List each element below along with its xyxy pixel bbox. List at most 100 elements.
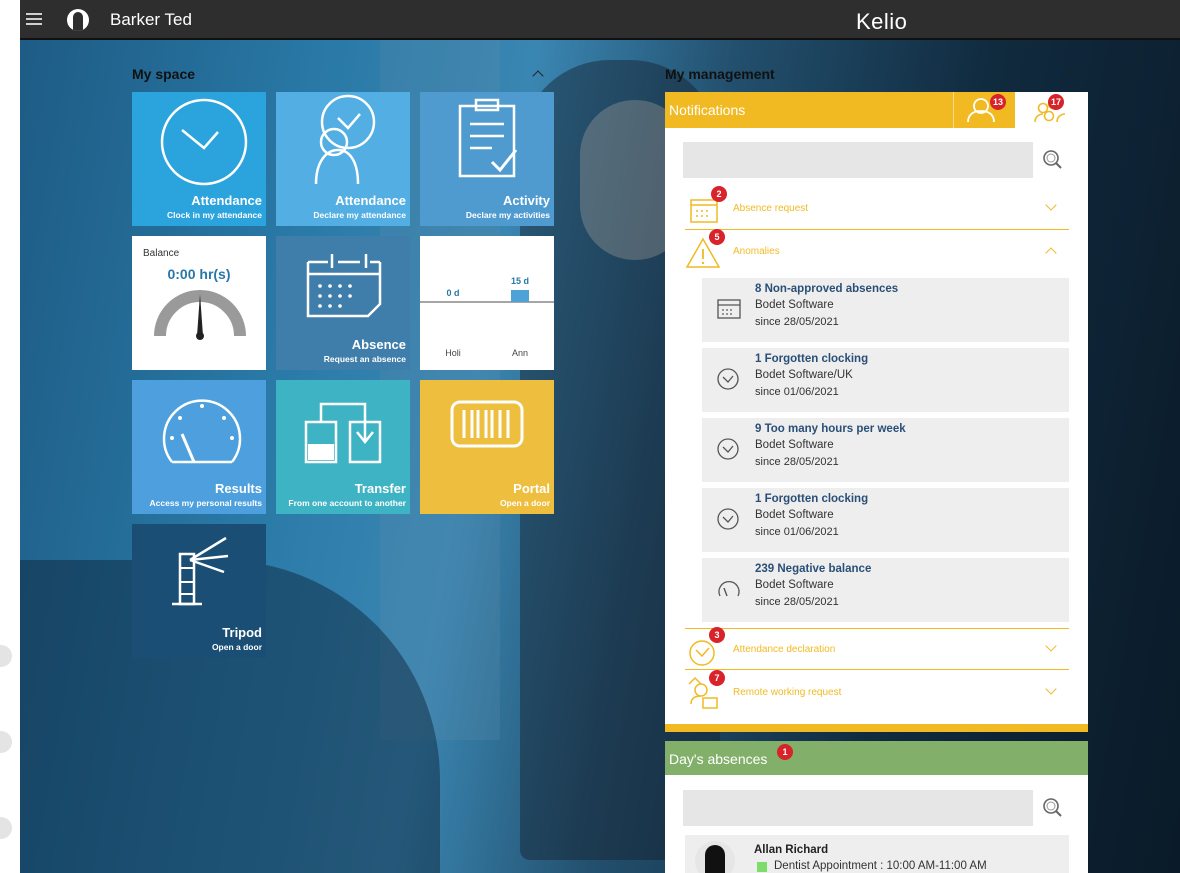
chevron-down-icon — [1045, 640, 1057, 652]
scroll-dot[interactable] — [0, 645, 12, 667]
anomaly-title: 9 Too many hours per week — [755, 423, 906, 435]
chart-bar — [511, 290, 529, 302]
tile-subtitle: From one account to another — [288, 498, 406, 508]
anomaly-since: since 28/05/2021 — [755, 316, 839, 328]
tile-absence[interactable]: Absence Request an absence — [276, 236, 410, 370]
anomaly-item[interactable]: 9 Too many hours per week Bodet Software… — [702, 418, 1069, 482]
tab-team-notifications[interactable]: 17 — [1015, 92, 1088, 128]
calendar-icon — [717, 299, 741, 319]
category-label: Attendance declaration — [733, 644, 836, 655]
notifications-panel: Notifications 13 17 2 Absence request 5 … — [665, 92, 1088, 732]
tile-title: Attendance — [335, 193, 406, 208]
chevron-up-icon — [1045, 247, 1057, 259]
category-badge: 7 — [709, 670, 725, 686]
category-remote-working-request[interactable]: 7 Remote working request — [685, 670, 1069, 714]
category-label: Anomalies — [733, 246, 780, 257]
tile-tripod[interactable]: Tripod Open a door — [132, 524, 266, 658]
days-absences-badge: 1 — [777, 744, 793, 760]
absence-list-item[interactable]: Allan Richard Dentist Appointment : 10:0… — [685, 835, 1069, 873]
tile-subtitle: Declare my activities — [465, 210, 550, 220]
category-label: Remote working request — [733, 687, 842, 698]
anomaly-organization: Bodet Software — [755, 439, 834, 451]
anomaly-title: 1 Forgotten clocking — [755, 353, 869, 365]
gauge-icon — [154, 290, 246, 340]
absences-search-input[interactable] — [683, 790, 1033, 826]
person-icon — [967, 98, 995, 123]
days-absences-title: Day's absences — [669, 751, 768, 767]
anomaly-item[interactable]: 1 Forgotten clocking Bodet Software/UK s… — [702, 348, 1069, 412]
tile-subtitle: Declare my attendance — [313, 210, 406, 220]
tile-subtitle: Open a door — [499, 498, 550, 508]
tile-attendance-clock[interactable]: Attendance Clock in my attendance — [132, 92, 266, 226]
tile-portal[interactable]: Portal Open a door — [420, 380, 554, 514]
tile-title: Absence — [351, 337, 406, 352]
days-absences-panel: Day's absences 1 Allan Richard Dentist A… — [665, 741, 1088, 873]
absence-reason: Dentist Appointment : 10:00 AM-11:00 AM — [774, 860, 987, 872]
anomaly-title: 239 Negative balance — [755, 563, 872, 575]
tile-title: Transfer — [354, 481, 406, 496]
anomaly-organization: Bodet Software/UK — [755, 369, 853, 381]
clock-icon — [717, 368, 739, 390]
category-badge: 3 — [709, 627, 725, 643]
tile-subtitle: Access my personal results — [149, 498, 262, 508]
category-anomalies[interactable]: 5 Anomalies — [685, 229, 1069, 273]
tile-results[interactable]: Results Access my personal results — [132, 380, 266, 514]
scroll-dot[interactable] — [0, 731, 12, 753]
tile-subtitle: Request an absence — [323, 354, 406, 364]
anomaly-organization: Bodet Software — [755, 299, 834, 311]
notifications-search-input[interactable] — [683, 142, 1033, 178]
category-badge: 2 — [711, 186, 727, 202]
chart-category-label: Holi — [445, 348, 461, 358]
absence-employee-name: Allan Richard — [754, 844, 829, 856]
user-name[interactable]: Barker Ted — [110, 10, 192, 30]
anomaly-since: since 01/06/2021 — [755, 526, 839, 538]
tile-holiday-chart[interactable]: 0 d Holi 15 d Ann — [420, 236, 554, 370]
anomaly-item[interactable]: 1 Forgotten clocking Bodet Software sinc… — [702, 488, 1069, 552]
days-absences-header: Day's absences 1 — [665, 741, 1088, 775]
user-avatar[interactable] — [67, 9, 89, 31]
tile-title: Portal — [513, 481, 550, 496]
category-label: Absence request — [733, 203, 809, 214]
notifications-header: Notifications 13 17 — [665, 92, 1088, 128]
tile-balance[interactable]: Balance 0:00 hr(s) — [132, 236, 266, 370]
clock-icon — [717, 508, 739, 530]
scroll-dot[interactable] — [0, 817, 12, 839]
anomaly-since: since 28/05/2021 — [755, 596, 839, 608]
chevron-down-icon — [1045, 199, 1057, 211]
gauge-icon — [718, 580, 740, 597]
anomaly-item[interactable]: 239 Negative balance Bodet Software sinc… — [702, 558, 1069, 622]
tile-activity[interactable]: Activity Declare my activities — [420, 92, 554, 226]
anomaly-item[interactable]: 8 Non-approved absences Bodet Software s… — [702, 278, 1069, 342]
anomaly-title: 8 Non-approved absences — [755, 283, 899, 295]
category-absence-request[interactable]: 2 Absence request — [685, 186, 1069, 230]
tile-title: Attendance — [191, 193, 262, 208]
category-attendance-declaration[interactable]: 3 Attendance declaration — [685, 627, 1069, 670]
chevron-down-icon — [1045, 683, 1057, 695]
chart-category-label: Ann — [512, 348, 528, 358]
anomaly-since: since 01/06/2021 — [755, 386, 839, 398]
absence-status-indicator — [757, 862, 767, 872]
my-management-title: My management — [665, 66, 775, 82]
search-icon[interactable] — [1041, 148, 1065, 172]
anomaly-since: since 28/05/2021 — [755, 456, 839, 468]
clock-icon — [717, 438, 739, 460]
tile-subtitle: Clock in my attendance — [167, 210, 262, 220]
tile-subtitle: Open a door — [211, 642, 262, 652]
my-space-title: My space — [132, 66, 196, 82]
search-icon[interactable] — [1041, 796, 1065, 820]
tile-title: Activity — [503, 193, 550, 208]
notifications-title: Notifications — [669, 102, 746, 118]
hamburger-menu-icon[interactable] — [26, 13, 42, 27]
left-gutter — [0, 0, 20, 873]
personal-notifications-badge: 13 — [990, 94, 1006, 110]
notifications-footer-bar — [665, 724, 1088, 732]
tab-personal-notifications[interactable]: 13 — [953, 92, 1015, 128]
tile-attendance-declare[interactable]: Attendance Declare my attendance — [276, 92, 410, 226]
tile-title: Tripod — [222, 625, 262, 640]
tile-title: Results — [215, 481, 262, 496]
holiday-bar-chart: 0 d Holi 15 d Ann — [420, 276, 554, 358]
team-notifications-badge: 17 — [1048, 94, 1064, 110]
tile-transfer[interactable]: Transfer From one account to another — [276, 380, 410, 514]
avatar — [695, 841, 735, 873]
chart-value-label: 0 d — [446, 288, 459, 298]
